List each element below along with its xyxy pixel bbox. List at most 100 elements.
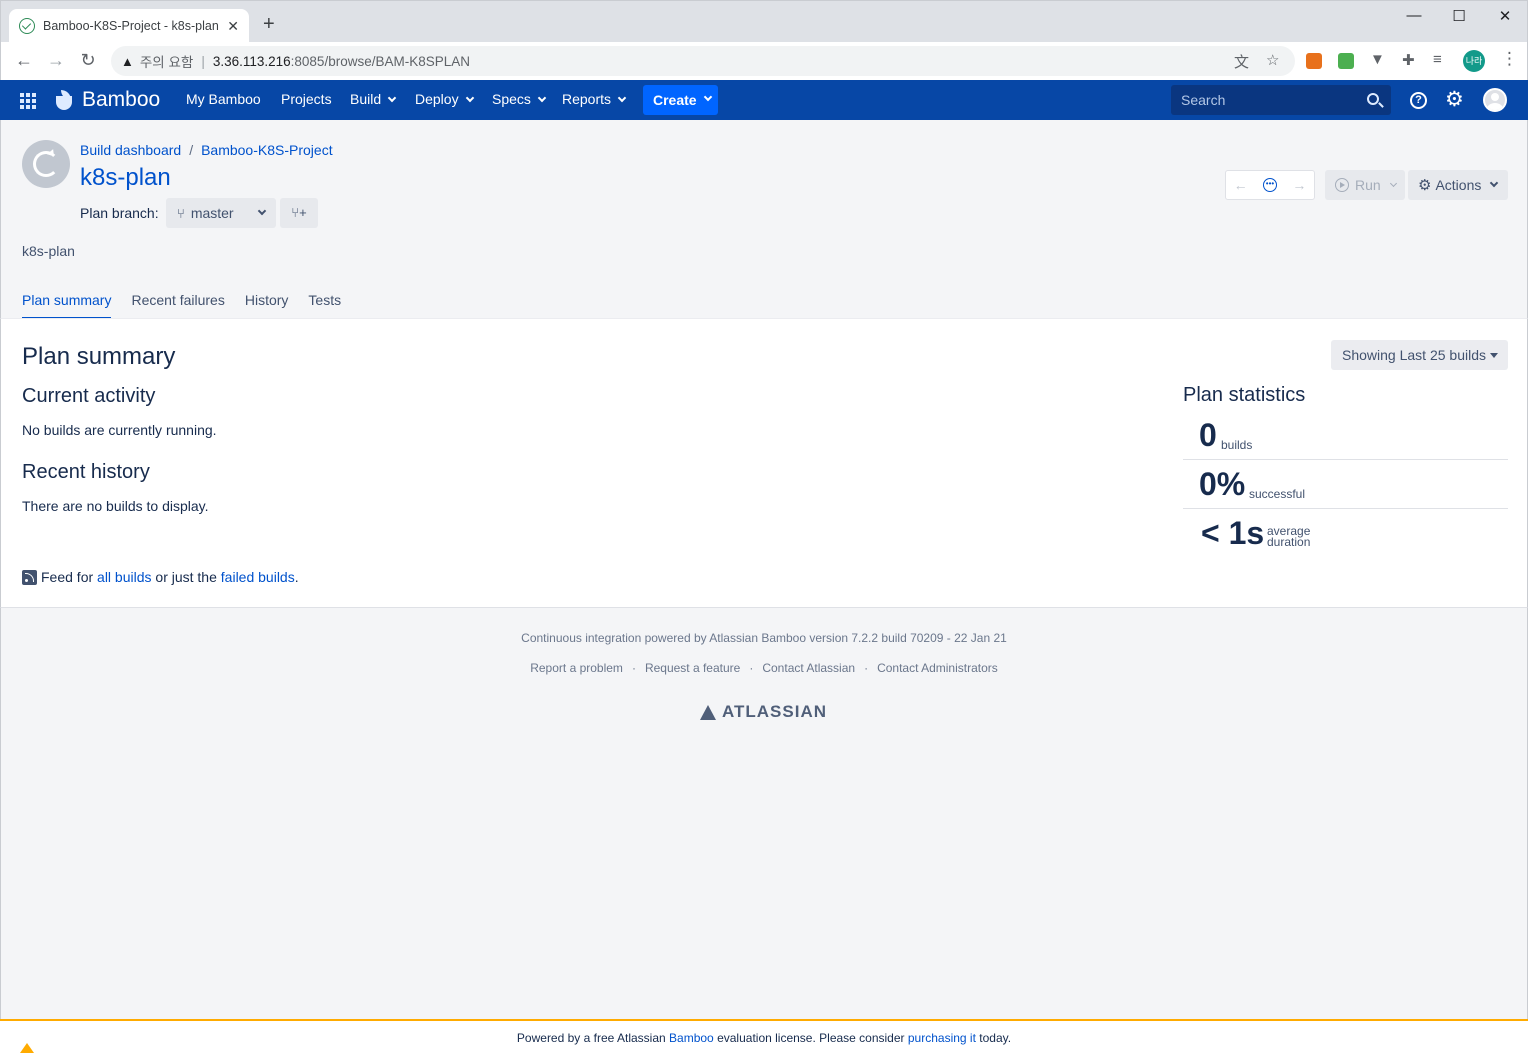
nav-specs[interactable]: Specs — [492, 91, 547, 107]
failed-builds-link[interactable]: failed builds — [221, 569, 295, 585]
app-switcher-icon[interactable] — [20, 93, 36, 109]
run-button[interactable]: Run — [1325, 170, 1405, 200]
tab-history[interactable]: History — [245, 292, 289, 319]
tab-close-icon[interactable]: ✕ — [227, 18, 239, 35]
more-menu-icon[interactable]: ⋮ — [1501, 49, 1518, 69]
gear-icon[interactable]: ⚙ — [1445, 89, 1464, 111]
actions-button[interactable]: ⚙ Actions — [1408, 170, 1508, 200]
extension-icon[interactable]: ▼ — [1370, 51, 1385, 68]
back-icon[interactable]: ← — [14, 50, 34, 70]
nav-my-bamboo[interactable]: My Bamboo — [186, 91, 261, 107]
window-close-icon[interactable]: ✕ — [1495, 7, 1515, 25]
forward-icon[interactable]: → — [46, 50, 66, 70]
caret-down-icon — [1490, 353, 1498, 358]
request-feature-link[interactable]: Request a feature — [645, 661, 740, 675]
profile-avatar[interactable]: 나라 — [1463, 50, 1485, 72]
create-label: Create — [653, 92, 697, 108]
contact-atlassian-link[interactable]: Contact Atlassian — [762, 661, 855, 675]
puzzle-icon[interactable]: ✚ — [1402, 51, 1415, 69]
plan-statistics-heading: Plan statistics — [1183, 384, 1306, 406]
builds-label: builds — [1221, 438, 1253, 452]
chevron-down-icon — [537, 93, 547, 103]
footer-separator: · — [864, 661, 869, 675]
plan-description: k8s-plan — [22, 243, 75, 259]
chevron-down-icon — [1490, 178, 1499, 188]
breadcrumb-project[interactable]: Bamboo-K8S-Project — [201, 142, 333, 158]
maximize-icon[interactable]: ☐ — [1449, 7, 1469, 25]
contact-administrators-link[interactable]: Contact Administrators — [877, 661, 998, 675]
bamboo-link[interactable]: Bamboo — [669, 1031, 714, 1045]
showing-builds-dropdown[interactable]: Showing Last 25 builds — [1331, 340, 1508, 370]
reload-icon[interactable]: ↻ — [78, 50, 98, 70]
nav-build[interactable]: Build — [350, 91, 397, 107]
stat-success: 0% successful — [1183, 460, 1508, 509]
chevron-down-icon — [703, 92, 712, 102]
bamboo-logo-icon — [56, 90, 76, 110]
builds-count: 0 — [1199, 417, 1217, 453]
url-separator: | — [201, 53, 205, 69]
search-icon[interactable] — [1367, 93, 1379, 105]
report-problem-link[interactable]: Report a problem — [530, 661, 623, 675]
run-label: Run — [1355, 177, 1381, 193]
tab-recent-failures[interactable]: Recent failures — [131, 292, 224, 319]
new-tab-button[interactable]: + — [263, 13, 275, 36]
purchase-link[interactable]: purchasing it — [908, 1031, 976, 1045]
actions-label: Actions — [1435, 177, 1482, 193]
media-icon[interactable]: ≡ — [1433, 51, 1442, 68]
extension-icon[interactable] — [1338, 53, 1354, 69]
current-activity-heading: Current activity — [22, 385, 156, 407]
nav-projects[interactable]: Projects — [281, 91, 332, 107]
success-label: successful — [1249, 487, 1306, 501]
app-header: Bamboo My Bamboo Projects Build Deploy S… — [0, 80, 1528, 120]
recent-history-text: There are no builds to display. — [22, 498, 209, 514]
stat-duration: < 1s average duration — [1183, 509, 1508, 558]
browser-tabstrip: Bamboo-K8S-Project - k8s-plan ✕ + — ☐ ✕ — [0, 0, 1528, 43]
nav-reports-label: Reports — [562, 91, 612, 107]
license-middle: evaluation license. Please consider — [717, 1031, 905, 1045]
all-builds-link[interactable]: all builds — [97, 569, 151, 585]
feed-links: Feed for all builds or just the failed b… — [22, 569, 299, 585]
previous-build-icon[interactable]: ← — [1234, 177, 1248, 193]
license-banner: Powered by a free Atlassian Bamboo evalu… — [0, 1019, 1528, 1053]
address-bar[interactable]: ▲ 주의 요함 | 3.36.113.216 :8085/browse/BAM-… — [111, 46, 1295, 76]
bookmark-star-icon[interactable]: ☆ — [1266, 51, 1279, 69]
branch-select[interactable]: ⑂ master — [166, 198, 276, 228]
browser-tab[interactable]: Bamboo-K8S-Project - k8s-plan ✕ — [9, 9, 249, 43]
nav-deploy[interactable]: Deploy — [415, 91, 474, 107]
main-content: Plan summary Showing Last 25 builds Curr… — [0, 318, 1528, 608]
nav-reports[interactable]: Reports — [562, 91, 627, 107]
more-builds-icon[interactable]: ••• — [1262, 178, 1277, 192]
create-button[interactable]: Create — [643, 85, 718, 115]
chevron-down-icon — [1389, 179, 1397, 187]
extension-icon[interactable] — [1306, 53, 1322, 69]
bamboo-logo[interactable]: Bamboo — [56, 88, 160, 112]
plan-tabs: Plan summary Recent failures History Tes… — [22, 292, 361, 319]
security-label[interactable]: 주의 요함 — [140, 51, 193, 71]
warning-icon: ▲ — [121, 53, 134, 69]
tab-plan-summary[interactable]: Plan summary — [22, 292, 112, 319]
license-suffix: today. — [979, 1031, 1012, 1045]
next-build-icon[interactable]: → — [1292, 177, 1306, 193]
translate-icon[interactable]: 文 — [1234, 51, 1249, 72]
page-title[interactable]: k8s-plan — [80, 164, 171, 192]
search-input[interactable]: Search — [1171, 85, 1391, 115]
branch-icon: ⑂ — [177, 205, 185, 221]
atlassian-logo-icon — [700, 704, 716, 720]
user-avatar[interactable] — [1483, 88, 1507, 112]
plan-branch-label: Plan branch: — [80, 205, 159, 221]
minimize-icon[interactable]: — — [1404, 7, 1424, 24]
help-icon[interactable]: ? — [1410, 92, 1427, 109]
atlassian-logo[interactable]: ATLASSIAN — [700, 702, 827, 722]
build-navigator: ← ••• → — [1225, 170, 1315, 200]
chevron-down-icon — [257, 206, 267, 216]
breadcrumb-separator: / — [189, 142, 194, 158]
nav-deploy-label: Deploy — [415, 91, 459, 107]
breadcrumb-build-dashboard[interactable]: Build dashboard — [80, 142, 181, 158]
gear-icon: ⚙ — [1418, 177, 1432, 194]
tab-tests[interactable]: Tests — [308, 292, 341, 319]
nav-specs-label: Specs — [492, 91, 531, 107]
breadcrumb: Build dashboard / Bamboo-K8S-Project — [80, 142, 333, 158]
current-activity-text: No builds are currently running. — [22, 422, 217, 438]
atlassian-wordmark: ATLASSIAN — [722, 702, 828, 721]
create-branch-button[interactable]: ⑂+ — [280, 198, 318, 228]
